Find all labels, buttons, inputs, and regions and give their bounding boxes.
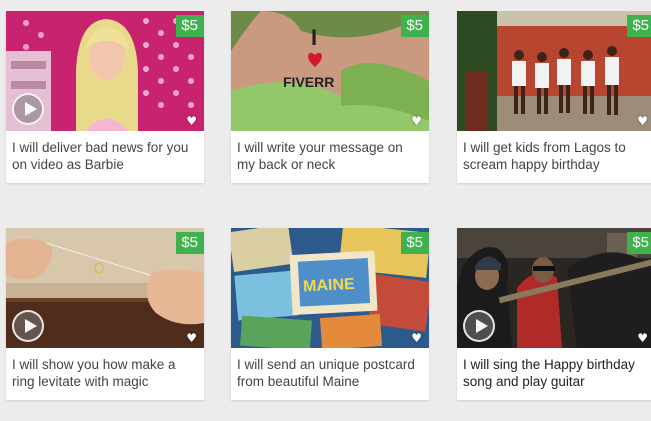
gig-title[interactable]: I will write your message on my back or … [231,131,429,183]
back-text-i: I [311,25,317,50]
gig-thumbnail[interactable]: I FIVERR $5 ♥ [231,11,429,131]
gig-card[interactable]: $5 ♥ I will sing the Happy birthday song… [457,228,651,400]
gig-card[interactable]: MAINE $5 ♥ I will send an unique postcar… [231,228,429,400]
heart-icon[interactable]: ♥ [186,332,197,344]
gig-thumbnail[interactable]: $5 ♥ [457,228,651,348]
gig-thumbnail[interactable]: $5 ♥ [6,11,204,131]
play-icon[interactable] [12,310,44,342]
gig-title[interactable]: I will send an unique postcard from beau… [231,348,429,400]
gig-title[interactable]: I will show you how make a ring levitate… [6,348,204,400]
heart-icon[interactable]: ♥ [411,115,422,127]
gig-thumbnail[interactable]: $5 ♥ [457,11,651,131]
gig-card[interactable]: $5 ♥ I will get kids from Lagos to screa… [457,11,651,183]
price-badge: $5 [627,232,651,254]
play-icon[interactable] [12,93,44,125]
back-writing-thumbnail-image: I FIVERR [231,11,429,131]
gig-thumbnail[interactable]: MAINE $5 ♥ [231,228,429,348]
gig-title[interactable]: I will get kids from Lagos to scream hap… [457,131,651,183]
price-badge: $5 [176,232,204,254]
price-badge: $5 [627,15,651,37]
gig-card[interactable]: $5 ♥ I will deliver bad news for you on … [6,11,204,183]
price-badge: $5 [401,15,429,37]
gig-card[interactable]: I FIVERR $5 ♥ I will write your message … [231,11,429,183]
heart-icon[interactable]: ♥ [411,332,422,344]
gig-title[interactable]: I will deliver bad news for you on video… [6,131,204,183]
price-badge: $5 [401,232,429,254]
heart-icon[interactable]: ♥ [186,115,197,127]
postcards-thumbnail-image: MAINE [231,228,429,348]
gig-thumbnail[interactable]: $5 ♥ [6,228,204,348]
heart-icon[interactable]: ♥ [637,332,648,344]
price-badge: $5 [176,15,204,37]
gig-title[interactable]: I will sing the Happy birthday song and … [457,348,651,400]
gig-card[interactable]: $5 ♥ I will show you how make a ring lev… [6,228,204,400]
play-icon[interactable] [463,310,495,342]
kids-thumbnail-image [457,11,651,131]
postcard-text: MAINE [303,276,356,296]
heart-icon[interactable]: ♥ [637,115,648,127]
back-text-fiverr: FIVERR [283,74,334,90]
